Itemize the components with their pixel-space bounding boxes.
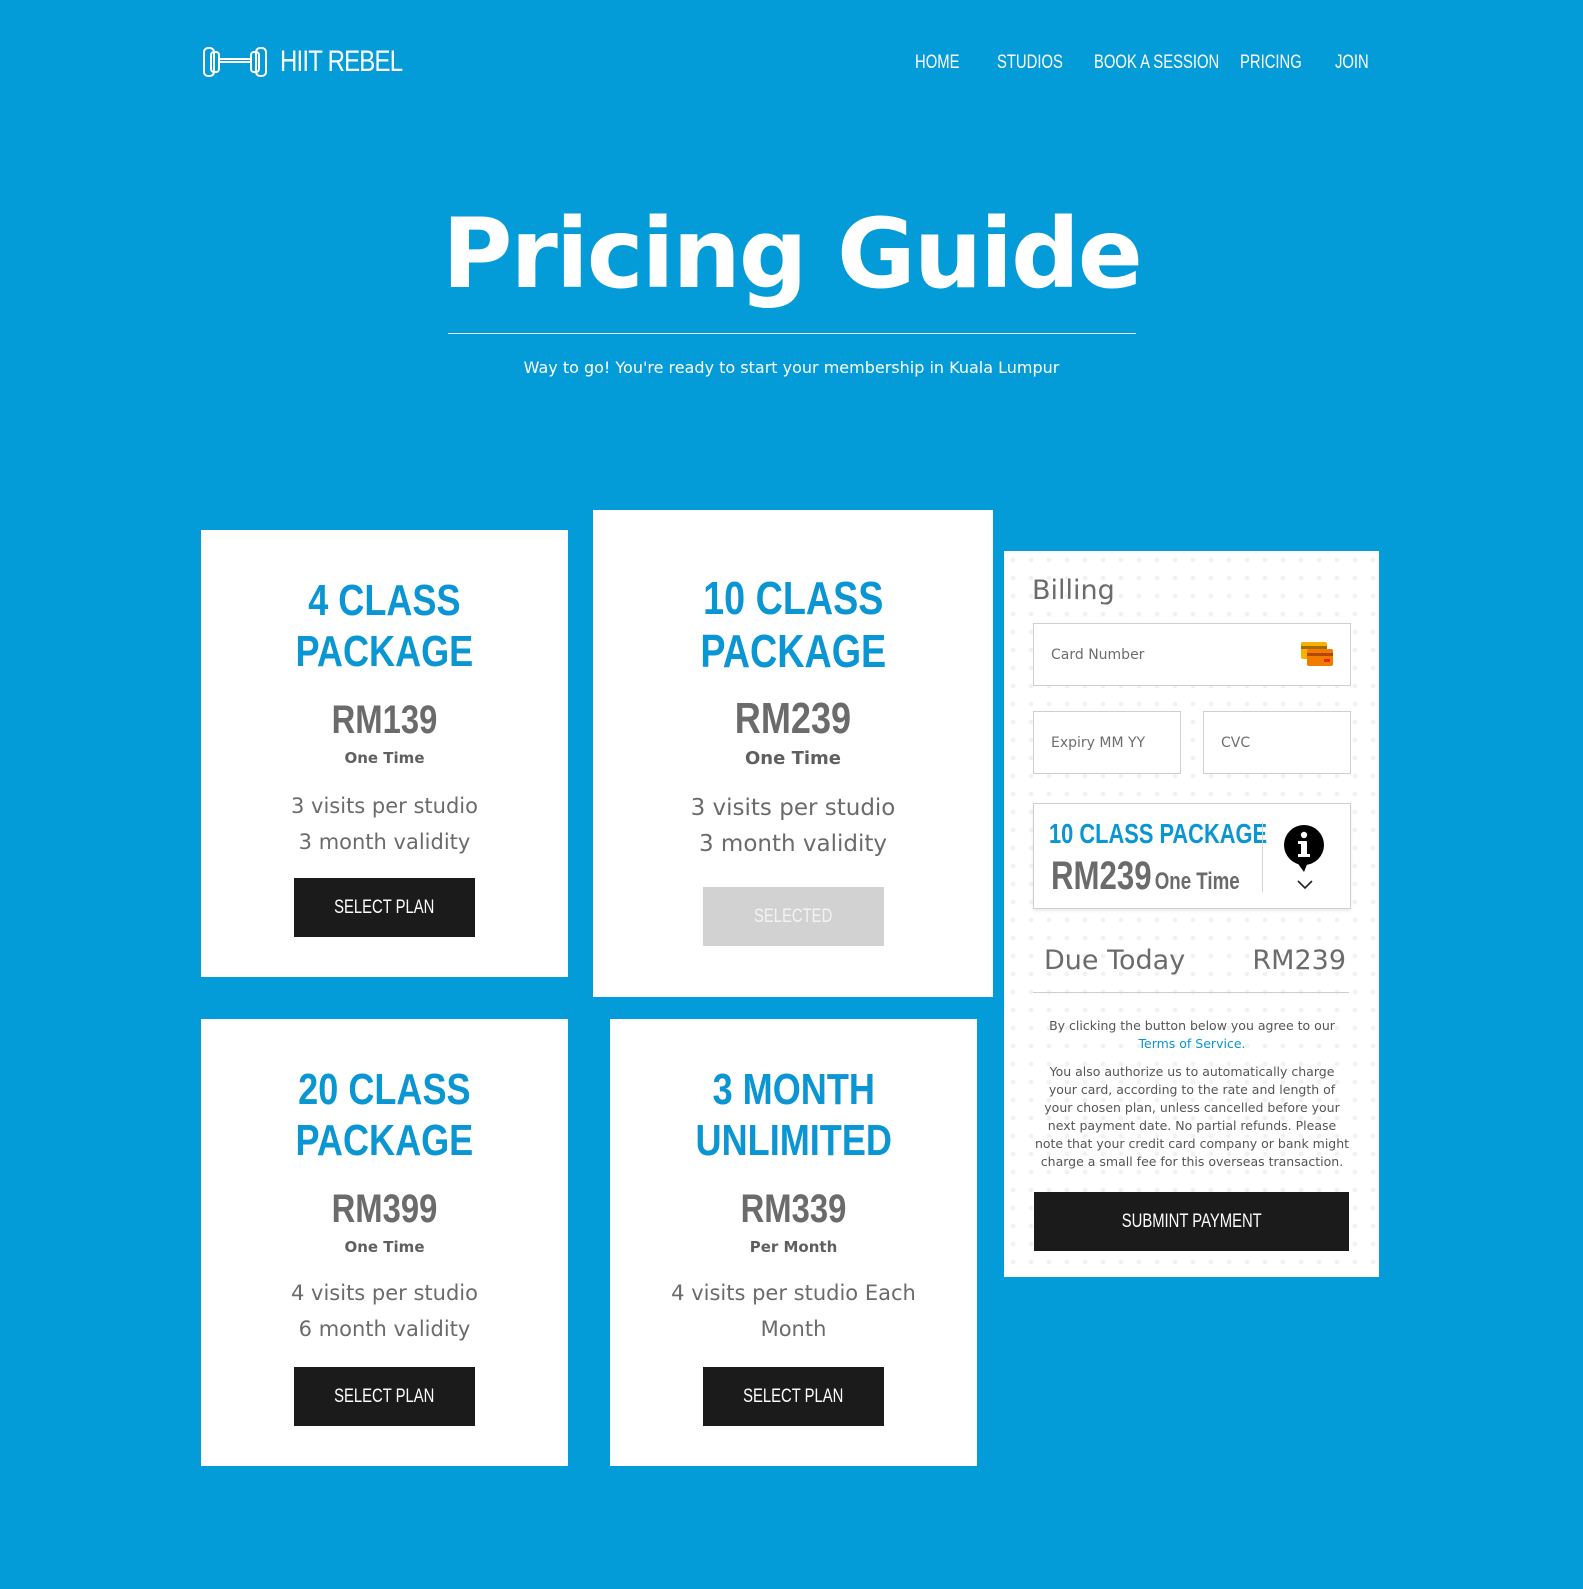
button-label: SELECT PLAN (743, 1385, 844, 1407)
billing-title: Billing (1032, 575, 1115, 606)
nav-studios[interactable]: STUDIOS (997, 52, 1063, 74)
plan-card-20-class: 20 CLASS PACKAGE RM399 One Time 4 visits… (201, 1019, 568, 1466)
chevron-down-icon[interactable] (1297, 880, 1313, 890)
plan-term: Per Month (749, 1238, 838, 1256)
nav-home[interactable]: HOME (915, 52, 959, 74)
agree-sentence: By clicking the button below you agree t… (1049, 1018, 1335, 1033)
brand-name: HIIT REBEL (280, 45, 403, 78)
plan-desc-line2: Month (760, 1317, 827, 1341)
plan-title: 20 CLASS PACKAGE (296, 1065, 474, 1166)
button-label: SELECT PLAN (334, 896, 435, 918)
page-subtitle: Way to go! You're ready to start your me… (523, 358, 1060, 377)
plan-title: 4 CLASS PACKAGE (296, 576, 474, 677)
plan-desc-line2: 6 month validity (298, 1317, 471, 1341)
plan-term: One Time (344, 1238, 425, 1256)
plan-desc-line1: 4 visits per studio (291, 1281, 478, 1305)
plan-desc-line1: 4 visits per studio Each (671, 1281, 916, 1305)
plan-title-line1: 3 MONTH (712, 1065, 875, 1114)
cvc-field[interactable]: CVC (1203, 711, 1351, 774)
plan-term: One Time (344, 749, 425, 767)
plan-card-4-class: 4 CLASS PACKAGE RM139 One Time 3 visits … (201, 530, 568, 977)
plan-title-line2: PACKAGE (295, 1115, 474, 1165)
order-summary[interactable]: 10 CLASS PACKAGE RM239 One Time (1033, 803, 1351, 909)
summary-package-name: 10 CLASS PACKAGE (1049, 818, 1268, 849)
summary-divider (1262, 822, 1263, 892)
due-today-label: Due Today (1044, 945, 1186, 976)
due-divider (1033, 992, 1349, 993)
authorize-text: You also authorize us to automatically c… (1034, 1064, 1350, 1169)
plan-term: One Time (744, 748, 841, 769)
plan-title-line2: PACKAGE (295, 626, 474, 676)
plan-desc-line2: 3 month validity (698, 831, 887, 857)
selected-plan-button[interactable]: SELECTED (703, 887, 884, 946)
plan-price: RM239 (734, 694, 852, 743)
plan-price: RM139 (331, 698, 438, 742)
button-label: SELECTED (754, 905, 833, 927)
page-title: Pricing Guide (442, 198, 1143, 310)
billing-panel: Billing Card Number Expiry MM YY CVC 10 … (1004, 551, 1379, 1277)
nav-book-a-session[interactable]: BOOK A SESSION (1094, 52, 1219, 74)
card-number-field[interactable]: Card Number (1033, 623, 1351, 686)
cvc-placeholder: CVC (1221, 734, 1251, 751)
dumbbell-icon (203, 47, 267, 77)
plan-price: RM339 (740, 1187, 847, 1231)
agree-text: By clicking the button below you agree t… (1034, 1017, 1350, 1053)
submit-label: SUBMINT PAYMENT (1121, 1210, 1262, 1232)
plan-title-line1: 20 CLASS (298, 1065, 471, 1114)
summary-price: RM239 One Time (1051, 854, 1240, 899)
select-plan-button[interactable]: SELECT PLAN (294, 1367, 475, 1426)
title-divider (448, 333, 1136, 334)
nav-join[interactable]: JOIN (1335, 52, 1369, 74)
card-number-placeholder: Card Number (1051, 646, 1145, 663)
plan-title-line2: UNLIMITED (695, 1115, 892, 1165)
plan-desc-line1: 3 visits per studio (690, 795, 896, 821)
info-icon[interactable] (1282, 824, 1326, 874)
expiry-placeholder: Expiry MM YY (1051, 734, 1146, 751)
brand-logo[interactable]: HIIT REBEL (202, 44, 433, 80)
plan-title: 10 CLASS PACKAGE (700, 572, 886, 678)
plan-card-10-class: 10 CLASS PACKAGE RM239 One Time 3 visits… (593, 510, 993, 997)
summary-term: One Time (1154, 868, 1240, 895)
plan-card-3-month-unlimited: 3 MONTH UNLIMITED RM339 Per Month 4 visi… (610, 1019, 977, 1466)
plan-title-line2: PACKAGE (700, 624, 886, 677)
select-plan-button[interactable]: SELECT PLAN (703, 1367, 884, 1426)
terms-of-service-link[interactable]: Terms of Service. (1139, 1036, 1246, 1051)
plan-title: 3 MONTH UNLIMITED (695, 1065, 891, 1166)
select-plan-button[interactable]: SELECT PLAN (294, 878, 475, 937)
expiry-field[interactable]: Expiry MM YY (1033, 711, 1181, 774)
submit-payment-button[interactable]: SUBMINT PAYMENT (1034, 1192, 1349, 1251)
plan-desc-line2: 3 month validity (298, 830, 471, 854)
plan-desc-line1: 3 visits per studio (291, 794, 478, 818)
plan-title-line1: 10 CLASS (702, 572, 884, 624)
button-label: SELECT PLAN (334, 1385, 435, 1407)
summary-price-value: RM239 (1051, 854, 1152, 898)
due-today-amount: RM239 (1252, 945, 1346, 976)
plan-price: RM399 (331, 1187, 438, 1231)
plan-title-line1: 4 CLASS (308, 576, 461, 625)
credit-card-icon (1301, 642, 1333, 666)
nav-pricing[interactable]: PRICING (1240, 52, 1302, 74)
